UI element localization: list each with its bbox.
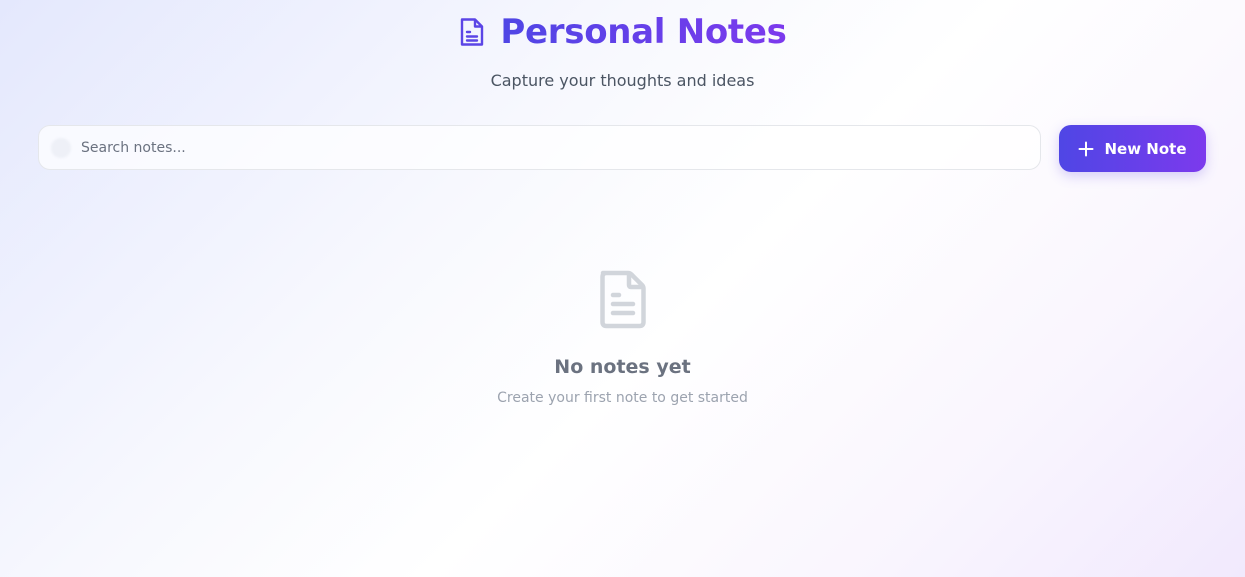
page-subtitle: Capture your thoughts and ideas — [490, 71, 755, 90]
new-note-button[interactable]: New Note — [1059, 125, 1206, 172]
plus-icon — [1078, 141, 1094, 157]
empty-state-title: No notes yet — [554, 356, 691, 378]
empty-state-subtitle: Create your first note to get started — [497, 390, 748, 406]
new-note-label: New Note — [1104, 139, 1187, 158]
document-icon — [458, 16, 486, 48]
page-title: Personal Notes — [500, 12, 787, 52]
app-header: Personal Notes — [0, 10, 1245, 54]
search-input[interactable] — [79, 138, 983, 157]
document-icon — [597, 268, 649, 330]
search-bar[interactable] — [38, 125, 1041, 170]
search-icon — [51, 137, 71, 158]
empty-state: No notes yet Create your first note to g… — [0, 268, 1245, 408]
